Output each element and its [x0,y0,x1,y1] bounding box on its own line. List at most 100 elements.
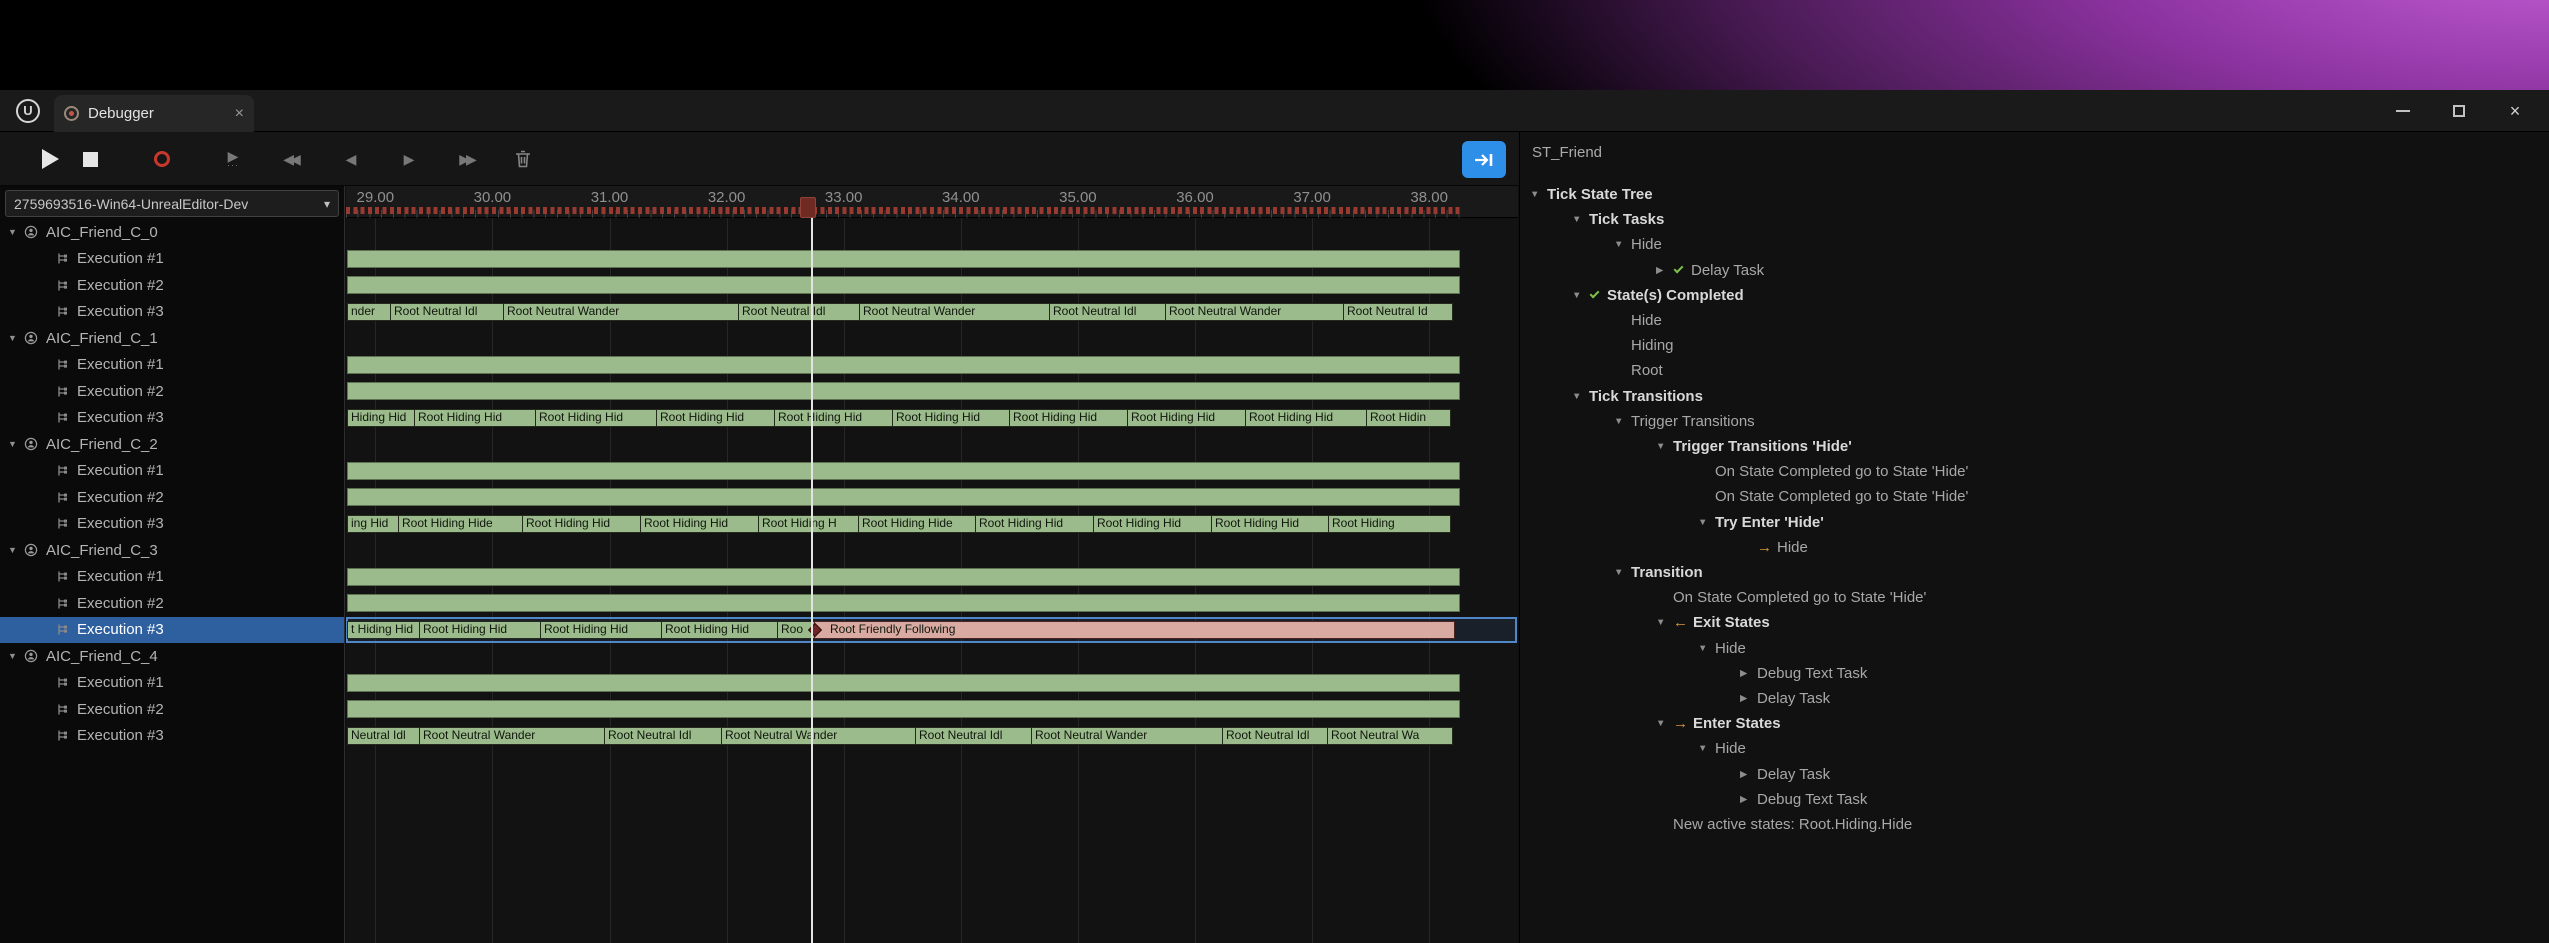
step-forward-button[interactable]: ▶ [390,139,428,179]
state-segment[interactable]: Root Hiding Hid [975,515,1094,533]
state-segment[interactable]: Root Hiding Hid [892,409,1010,427]
state-segment[interactable]: Hiding Hid [347,409,415,427]
state-segment[interactable]: Root Hiding Hid [1093,515,1212,533]
timeline-track-bar[interactable] [347,488,1460,506]
timeline-track-bar[interactable]: t Hiding HidRoot Hiding HidRoot Hiding H… [347,621,1460,639]
st-tree-node[interactable]: ▶Debug Text Task [1740,661,1867,686]
st-tree-node[interactable]: ▶Delay Task [1740,762,1830,787]
state-segment[interactable]: Neutral Idl [347,727,420,745]
state-segment[interactable]: Root Hiding Hid [414,409,536,427]
timeline-track-row[interactable] [346,325,1517,352]
expanded-triangle-icon[interactable]: ▼ [1530,189,1547,200]
st-tree-node[interactable]: New active states: Root.Hiding.Hide [1656,812,1912,837]
timeline-track-bar[interactable] [347,568,1460,586]
collapse-triangle-icon[interactable]: ▼ [8,333,24,343]
expanded-triangle-icon[interactable]: ▼ [1698,517,1715,528]
tree-group-row[interactable]: ▼AIC_Friend_C_4 [0,643,344,670]
timeline-track-bar[interactable]: Hiding HidRoot Hiding HidRoot Hiding Hid… [347,409,1460,427]
expanded-triangle-icon[interactable]: ▼ [1698,643,1715,654]
state-segment[interactable]: Root Neutral Wander [419,727,605,745]
expanded-triangle-icon[interactable]: ▼ [1614,567,1631,578]
tree-exec-row[interactable]: Execution #2 [0,590,344,617]
state-segment[interactable]: Root Neutral Wander [859,303,1050,321]
timeline-track-row[interactable]: nderRoot Neutral IdlRoot Neutral WanderR… [346,299,1517,326]
state-segment[interactable]: Root Neutral Idl [915,727,1032,745]
state-segment[interactable]: Root Hiding Hid [661,621,778,639]
expanded-triangle-icon[interactable]: ▼ [1572,214,1589,225]
tree-exec-row[interactable]: Execution #1 [0,352,344,379]
timeline-track-row[interactable] [346,696,1517,723]
timeline-track-row[interactable]: Neutral IdlRoot Neutral WanderRoot Neutr… [346,723,1517,750]
timeline-track-bar[interactable] [347,382,1460,400]
timeline-track-row[interactable]: Hiding HidRoot Hiding HidRoot Hiding Hid… [346,405,1517,432]
tree-exec-row[interactable]: Execution #1 [0,670,344,697]
expanded-triangle-icon[interactable]: ▼ [1614,239,1631,250]
state-segment[interactable]: Root Hiding Hid [419,621,541,639]
timeline-track-row[interactable] [346,352,1517,379]
step-back-button[interactable]: ◀ [332,139,370,179]
delete-recording-button[interactable] [504,139,542,179]
st-tree-node[interactable]: ▼Tick Tasks [1572,207,1664,232]
state-segment[interactable]: t Hiding Hid [347,621,420,639]
collapse-triangle-icon[interactable]: ▼ [8,439,24,449]
collapsed-triangle-icon[interactable]: ▶ [1740,769,1757,780]
collapsed-triangle-icon[interactable]: ▶ [1740,794,1757,805]
collapse-triangle-icon[interactable]: ▼ [8,545,24,555]
tree-exec-row[interactable]: Execution #2 [0,696,344,723]
st-tree-node[interactable]: ▼Trigger Transitions 'Hide' [1656,434,1852,459]
tree-exec-row[interactable]: Execution #3 [0,405,344,432]
tree-exec-row[interactable]: Execution #3 [0,723,344,750]
timeline-track-bar[interactable] [347,250,1460,268]
timeline-track-row[interactable] [346,219,1517,246]
playhead[interactable] [811,218,813,943]
state-segment[interactable]: Root Hiding Hid [1009,409,1128,427]
timeline-track-row[interactable] [346,643,1517,670]
st-tree-node[interactable]: On State Completed go to State 'Hide' [1698,484,1968,509]
state-segment[interactable]: Root Neutral Idl [390,303,504,321]
state-segment[interactable]: Root Neutral Wander [1165,303,1344,321]
st-tree-node[interactable]: ▶Delay Task [1656,258,1764,283]
timeline-track-bar[interactable] [347,356,1460,374]
st-tree-node[interactable]: Hide [1614,308,1662,333]
state-segment[interactable]: Root Neutral Wa [1327,727,1453,745]
expanded-triangle-icon[interactable]: ▼ [1572,391,1589,402]
tree-exec-row[interactable]: Execution #2 [0,378,344,405]
state-segment[interactable]: Root Neutral Wander [721,727,916,745]
tree-exec-row[interactable]: Execution #3 [0,617,344,644]
timeline-track-row[interactable]: ing HidRoot Hiding HideRoot Hiding HidRo… [346,511,1517,538]
state-segment[interactable]: Root Hiding Hid [774,409,893,427]
timeline-track-bar[interactable]: ing HidRoot Hiding HideRoot Hiding HidRo… [347,515,1460,533]
timeline-track-bar[interactable]: nderRoot Neutral IdlRoot Neutral WanderR… [347,303,1460,321]
state-segment[interactable]: Root Hidin [1366,409,1451,427]
tree-exec-row[interactable]: Execution #3 [0,511,344,538]
jump-to-playhead-button[interactable] [1462,141,1506,178]
tab-debugger[interactable]: Debugger × [54,95,254,132]
tree-exec-row[interactable]: Execution #3 [0,299,344,326]
state-segment[interactable]: Root Hiding Hide [398,515,523,533]
state-segment[interactable]: Root Neutral Id [1343,303,1453,321]
st-tree-node[interactable]: ▼State(s) Completed [1572,283,1744,308]
collapsed-triangle-icon[interactable]: ▶ [1740,668,1757,679]
st-tree-node[interactable]: ▼→Enter States [1656,711,1781,736]
state-segment[interactable]: Root Hiding Hid [522,515,641,533]
st-tree-node[interactable]: ▼Trigger Transitions [1614,409,1755,434]
timeline-track-row[interactable]: t Hiding HidRoot Hiding HidRoot Hiding H… [346,617,1517,644]
timeline-track-bar[interactable] [347,462,1460,480]
st-tree-node[interactable]: ▼Hide [1614,232,1662,257]
tree-group-row[interactable]: ▼AIC_Friend_C_1 [0,325,344,352]
state-segment[interactable]: Root Neutral Wander [1031,727,1223,745]
tree-exec-row[interactable]: Execution #1 [0,246,344,273]
timeline-track-row[interactable] [346,670,1517,697]
st-tree-node[interactable]: ▼Hide [1698,736,1746,761]
expanded-triangle-icon[interactable]: ▼ [1656,718,1673,729]
st-tree-node[interactable]: ▼Try Enter 'Hide' [1698,510,1824,535]
record-button[interactable] [143,139,181,179]
state-segment[interactable]: Root Neutral Idl [1049,303,1166,321]
state-segment[interactable]: Root Neutral Idl [1222,727,1328,745]
state-segment[interactable]: Root Hiding Hid [535,409,657,427]
state-segment[interactable]: Root Hiding Hid [540,621,662,639]
timeline-track-row[interactable] [346,458,1517,485]
state-segment[interactable]: Root Neutral Idl [604,727,722,745]
stop-button[interactable] [71,139,109,179]
tree-group-row[interactable]: ▼AIC_Friend_C_3 [0,537,344,564]
